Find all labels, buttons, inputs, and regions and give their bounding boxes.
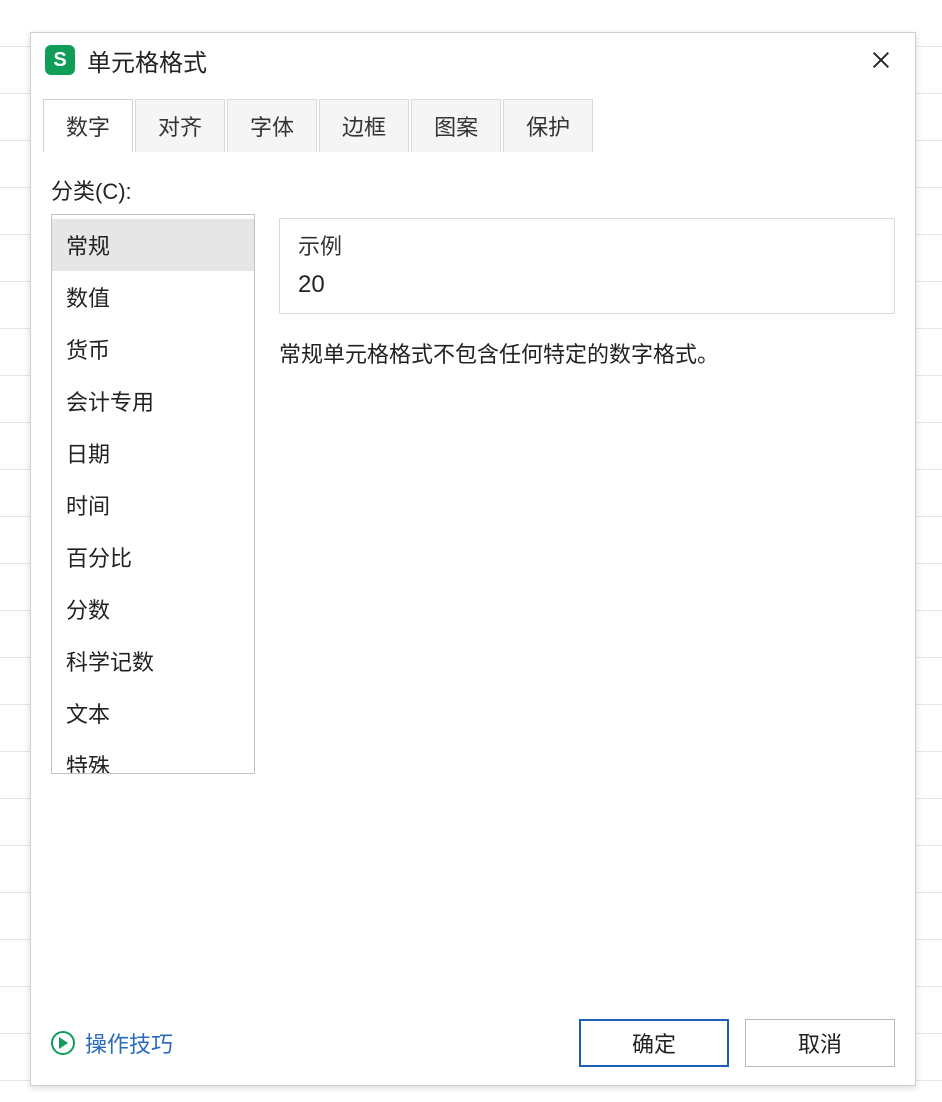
- category-item-number[interactable]: 数值: [52, 271, 254, 323]
- tab-number[interactable]: 数字: [43, 99, 133, 152]
- category-item-scientific[interactable]: 科学记数: [52, 635, 254, 687]
- category-label: 分类(C):: [51, 174, 895, 206]
- tab-bar: 数字 对齐 字体 边框 图案 保护: [31, 87, 915, 152]
- dialog-title: 单元格格式: [87, 43, 207, 78]
- category-item-time[interactable]: 时间: [52, 479, 254, 531]
- app-icon: S: [45, 45, 75, 75]
- tab-pattern[interactable]: 图案: [411, 99, 501, 152]
- category-item-currency[interactable]: 货币: [52, 323, 254, 375]
- example-value: 20: [298, 271, 876, 299]
- play-icon: [51, 1031, 75, 1055]
- tips-label: 操作技巧: [85, 1027, 173, 1059]
- ok-button[interactable]: 确定: [579, 1019, 729, 1067]
- tab-font[interactable]: 字体: [227, 99, 317, 152]
- category-item-general[interactable]: 常规: [52, 219, 254, 271]
- tips-link[interactable]: 操作技巧: [51, 1027, 173, 1059]
- tab-align[interactable]: 对齐: [135, 99, 225, 152]
- cancel-button[interactable]: 取消: [745, 1019, 895, 1067]
- close-icon: [870, 49, 892, 71]
- category-item-special[interactable]: 特殊: [52, 739, 254, 774]
- category-list[interactable]: 常规 数值 货币 会计专用 日期 时间 百分比 分数 科学记数 文本 特殊 自定…: [51, 214, 255, 774]
- category-item-percent[interactable]: 百分比: [52, 531, 254, 583]
- cell-format-dialog: S 单元格格式 数字 对齐 字体 边框 图案 保护 分类(C): 常规 数值 货…: [30, 32, 916, 1086]
- example-box: 示例 20: [279, 218, 895, 314]
- dialog-body: 分类(C): 常规 数值 货币 会计专用 日期 时间 百分比 分数 科学记数 文…: [31, 152, 915, 774]
- category-item-accounting[interactable]: 会计专用: [52, 375, 254, 427]
- category-item-date[interactable]: 日期: [52, 427, 254, 479]
- right-column: 示例 20 常规单元格格式不包含任何特定的数字格式。: [279, 214, 895, 774]
- close-button[interactable]: [861, 40, 901, 80]
- category-item-text[interactable]: 文本: [52, 687, 254, 739]
- category-description: 常规单元格格式不包含任何特定的数字格式。: [279, 338, 895, 371]
- example-title: 示例: [298, 229, 876, 261]
- dialog-footer: 操作技巧 确定 取消: [51, 1019, 895, 1067]
- titlebar: S 单元格格式: [31, 33, 915, 87]
- tab-protect[interactable]: 保护: [503, 99, 593, 152]
- category-item-fraction[interactable]: 分数: [52, 583, 254, 635]
- tab-border[interactable]: 边框: [319, 99, 409, 152]
